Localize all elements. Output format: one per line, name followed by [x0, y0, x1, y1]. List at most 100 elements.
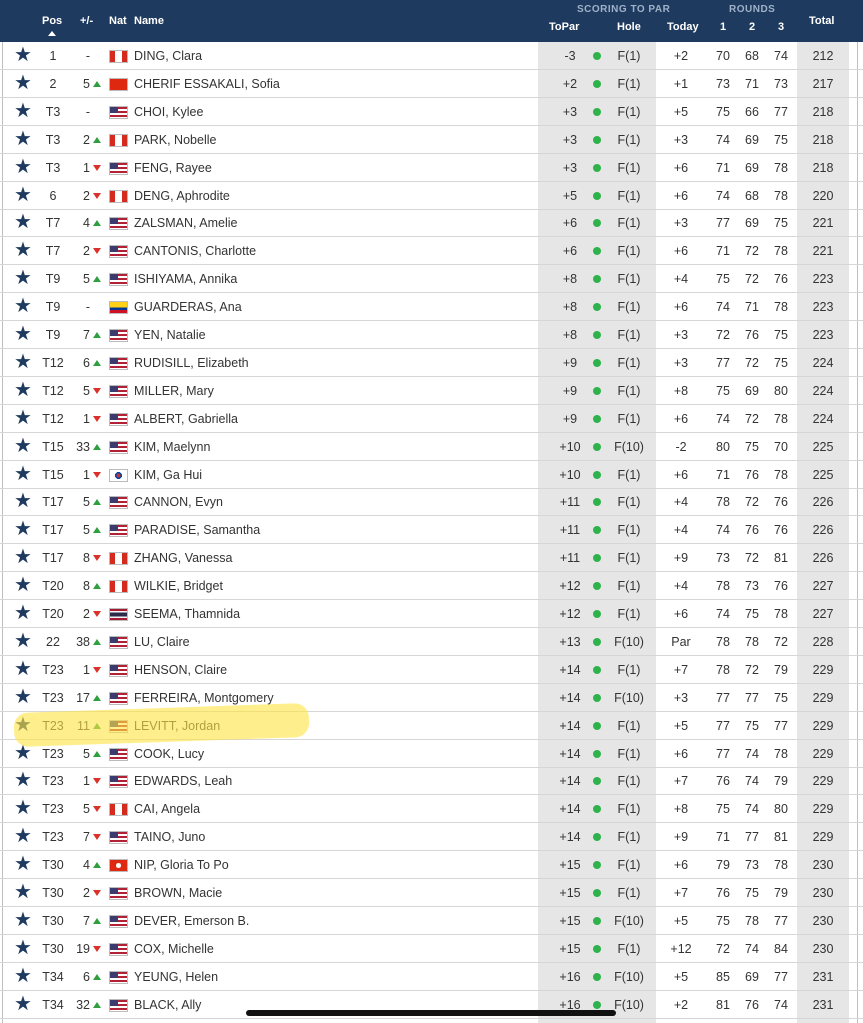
player-name[interactable]: ISHIYAMA, Annika [134, 272, 237, 286]
favorite-star-icon[interactable]: ★ [14, 743, 32, 763]
favorite-star-icon[interactable]: ★ [14, 519, 32, 539]
table-row[interactable]: ★ 6 2 DENG, Aphrodite +5 F(1) +6 74 68 78 220 [0, 182, 863, 210]
favorite-star-icon[interactable]: ★ [14, 380, 32, 400]
table-row[interactable]: ★ T3 1 FENG, Rayee +3 F(1) +6 71 69 78 218 [0, 154, 863, 182]
player-name[interactable]: LU, Claire [134, 635, 190, 649]
favorite-star-icon[interactable]: ★ [14, 212, 32, 232]
favorite-star-icon[interactable]: ★ [14, 631, 32, 651]
favorite-star-icon[interactable]: ★ [14, 240, 32, 260]
player-name[interactable]: PARADISE, Samantha [134, 523, 260, 537]
player-name[interactable]: BLACK, Ally [134, 998, 201, 1012]
favorite-star-icon[interactable]: ★ [14, 491, 32, 511]
table-row[interactable]: ★ T9 5 ISHIYAMA, Annika +8 F(1) +4 75 72 76 223 [0, 265, 863, 294]
player-name[interactable]: CAI, Angela [134, 802, 200, 816]
player-name[interactable]: BROWN, Macie [134, 886, 222, 900]
table-row[interactable]: ★ T7 4 ZALSMAN, Amelie +6 F(1) +3 77 69 75 221 [0, 209, 863, 238]
favorite-star-icon[interactable]: ★ [14, 45, 32, 65]
col-pos-header[interactable]: Pos [42, 15, 62, 27]
col-hole-header[interactable]: Hole [617, 21, 641, 33]
col-topar-header[interactable]: ToPar [549, 21, 579, 33]
table-row[interactable]: ★ T20 8 WILKIE, Bridget +12 F(1) +4 78 73 76 227 [0, 572, 863, 601]
player-name[interactable]: GUARDERAS, Ana [134, 300, 242, 314]
favorite-star-icon[interactable]: ★ [14, 464, 32, 484]
col-nat-header[interactable]: Nat [109, 15, 127, 27]
table-row[interactable]: ★ T17 5 PARADISE, Samantha +11 F(1) +4 74 76 76 22… [0, 516, 863, 545]
player-name[interactable]: NIP, Gloria To Po [134, 858, 229, 872]
player-name[interactable]: WILKIE, Bridget [134, 579, 223, 593]
table-row[interactable]: ★ T23 1 HENSON, Claire +14 F(1) +7 78 72 79 229 [0, 656, 863, 684]
favorite-star-icon[interactable]: ★ [14, 938, 32, 958]
favorite-star-icon[interactable]: ★ [14, 603, 32, 623]
favorite-star-icon[interactable]: ★ [14, 547, 32, 567]
table-row[interactable]: ★ T23 5 COOK, Lucy +14 F(1) +6 77 74 78 229 [0, 740, 863, 768]
favorite-star-icon[interactable]: ★ [14, 157, 32, 177]
player-name[interactable]: CANTONIS, Charlotte [134, 244, 256, 258]
favorite-star-icon[interactable]: ★ [14, 296, 32, 316]
player-name[interactable]: MILLER, Mary [134, 384, 214, 398]
table-row[interactable]: ★ T17 8 ZHANG, Vanessa +11 F(1) +9 73 72 81 226 [0, 544, 863, 573]
table-row[interactable]: ★ T30 2 BROWN, Macie +15 F(1) +7 76 75 79 230 [0, 879, 863, 907]
player-name[interactable]: CANNON, Evyn [134, 495, 223, 509]
player-name[interactable]: FENG, Rayee [134, 161, 212, 175]
favorite-star-icon[interactable]: ★ [14, 436, 32, 456]
table-row[interactable]: ★ T23 17 FERREIRA, Montgomery +14 F(10) +3 77 77… [0, 684, 863, 712]
player-name[interactable]: RUDISILL, Elizabeth [134, 356, 249, 370]
table-row[interactable]: ★ T9 - GUARDERAS, Ana +8 F(1) +6 74 71 78 223 [0, 293, 863, 322]
table-row[interactable]: ★ T30 19 COX, Michelle +15 F(1) +12 72 74 84 230 [0, 935, 863, 963]
favorite-star-icon[interactable]: ★ [14, 770, 32, 790]
player-name[interactable]: DING, Clara [134, 49, 202, 63]
col-today-header[interactable]: Today [667, 21, 699, 33]
favorite-star-icon[interactable]: ★ [14, 408, 32, 428]
player-name[interactable]: ZHANG, Vanessa [134, 551, 232, 565]
col-total-header[interactable]: Total [809, 15, 834, 27]
favorite-star-icon[interactable]: ★ [14, 715, 32, 735]
player-name[interactable]: DEVER, Emerson B. [134, 914, 249, 928]
favorite-star-icon[interactable]: ★ [14, 352, 32, 372]
table-row[interactable]: ★ T12 6 RUDISILL, Elizabeth +9 F(1) +3 77 72 75 22… [0, 349, 863, 377]
favorite-star-icon[interactable]: ★ [14, 687, 32, 707]
sort-ascending-icon[interactable] [48, 31, 56, 36]
table-row[interactable]: ★ T3 2 PARK, Nobelle +3 F(1) +3 74 69 75 218 [0, 126, 863, 154]
player-name[interactable]: FERREIRA, Montgomery [134, 691, 274, 705]
player-name[interactable]: DENG, Aphrodite [134, 189, 230, 203]
table-row[interactable]: ★ 2 5 CHERIF ESSAKALI, Sofia +2 F(1) +1 73 71 73 2… [0, 70, 863, 98]
table-row[interactable]: ★ T12 1 ALBERT, Gabriella +9 F(1) +6 74 72 78 224 [0, 405, 863, 433]
player-name[interactable]: SEEMA, Thamnida [134, 607, 240, 621]
table-row[interactable]: ★ T15 33 KIM, Maelynn +10 F(10) -2 80 75 70 225 [0, 433, 863, 461]
table-row[interactable]: ★ T12 5 MILLER, Mary +9 F(1) +8 75 69 80 224 [0, 377, 863, 405]
favorite-star-icon[interactable]: ★ [14, 185, 32, 205]
player-name[interactable]: LEVITT, Jordan [134, 719, 220, 733]
table-row[interactable]: ★ T30 7 DEVER, Emerson B. +15 F(10) +5 75 78 77 23… [0, 907, 863, 935]
player-name[interactable]: ALBERT, Gabriella [134, 412, 238, 426]
player-name[interactable]: COX, Michelle [134, 942, 214, 956]
player-name[interactable]: EDWARDS, Leah [134, 774, 232, 788]
table-row[interactable]: ★ T23 5 CAI, Angela +14 F(1) +8 75 74 80 229 [0, 795, 863, 824]
player-name[interactable]: KIM, Maelynn [134, 440, 210, 454]
table-row[interactable]: ★ T15 1 KIM, Ga Hui +10 F(1) +6 71 76 78 225 [0, 461, 863, 489]
player-name[interactable]: TAINO, Juno [134, 830, 205, 844]
table-row[interactable]: ★ T23 7 TAINO, Juno +14 F(1) +9 71 77 81 229 [0, 823, 863, 852]
player-name[interactable]: KIM, Ga Hui [134, 468, 202, 482]
favorite-star-icon[interactable]: ★ [14, 910, 32, 930]
col-round3-header[interactable]: 3 [778, 21, 784, 33]
table-row[interactable]: ★ T23 1 EDWARDS, Leah +14 F(1) +7 76 74 79 229 [0, 767, 863, 796]
player-name[interactable]: ZALSMAN, Amelie [134, 216, 238, 230]
table-row[interactable]: ★ T34 6 YEUNG, Helen +16 F(10) +5 85 69 77 231 [0, 963, 863, 991]
favorite-star-icon[interactable]: ★ [14, 966, 32, 986]
player-name[interactable]: YEN, Natalie [134, 328, 206, 342]
favorite-star-icon[interactable]: ★ [14, 826, 32, 846]
favorite-star-icon[interactable]: ★ [14, 73, 32, 93]
favorite-star-icon[interactable]: ★ [14, 575, 32, 595]
table-row[interactable]: ★ T9 7 YEN, Natalie +8 F(1) +3 72 76 75 223 [0, 321, 863, 349]
player-name[interactable]: COOK, Lucy [134, 747, 204, 761]
favorite-star-icon[interactable]: ★ [14, 129, 32, 149]
player-name[interactable]: CHERIF ESSAKALI, Sofia [134, 77, 280, 91]
favorite-star-icon[interactable]: ★ [14, 659, 32, 679]
table-row[interactable]: ★ 22 38 LU, Claire +13 F(10) Par 78 78 72 228 [0, 628, 863, 656]
col-round2-header[interactable]: 2 [749, 21, 755, 33]
favorite-star-icon[interactable]: ★ [14, 101, 32, 121]
favorite-star-icon[interactable]: ★ [14, 268, 32, 288]
table-row[interactable]: ★ T23 11 LEVITT, Jordan +14 F(1) +5 77 75 77 229 [0, 712, 863, 740]
table-row[interactable]: ★ T17 5 CANNON, Evyn +11 F(1) +4 78 72 76 226 [0, 488, 863, 517]
table-row[interactable]: ★ T30 4 NIP, Gloria To Po +15 F(1) +6 79 73 78 230 [0, 851, 863, 880]
